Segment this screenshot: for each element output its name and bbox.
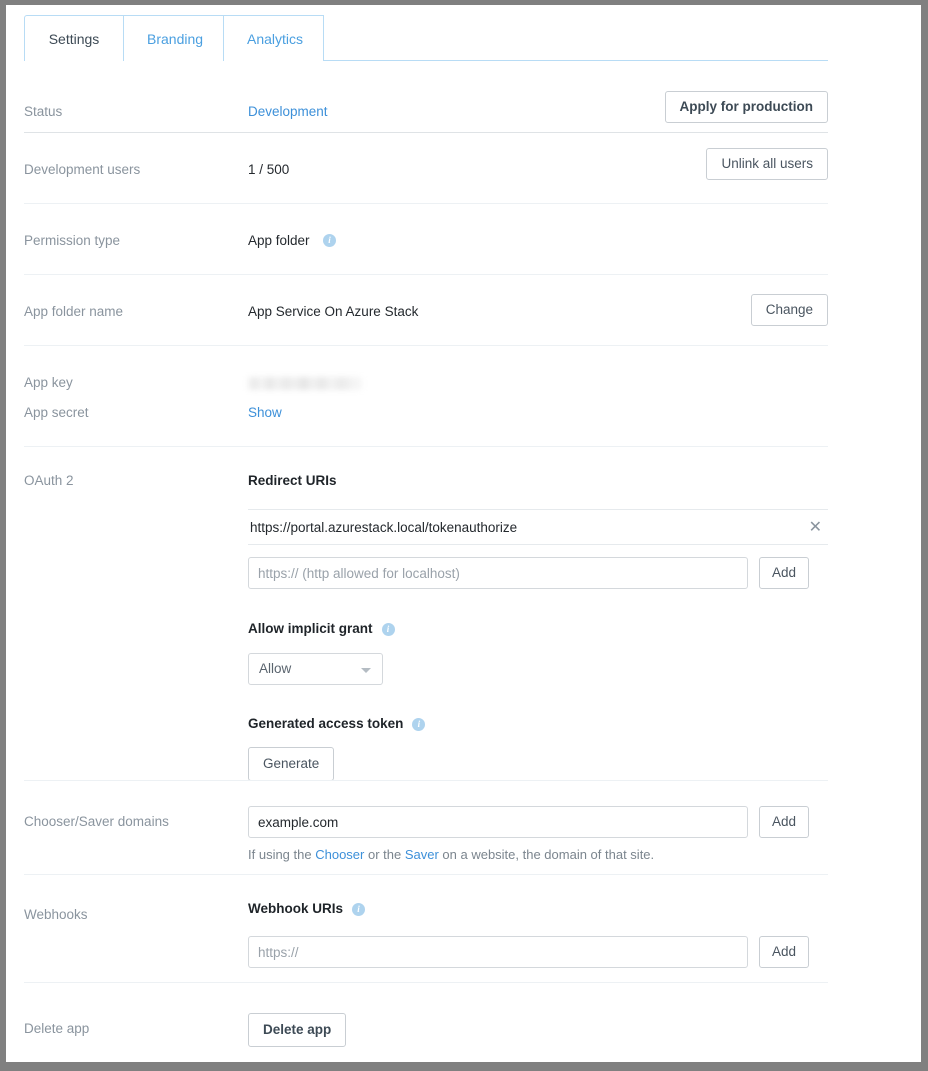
chooser-saver-add-group: Add bbox=[248, 806, 828, 838]
row-status-label: Status bbox=[24, 103, 248, 121]
row-oauth2: OAuth 2 Redirect URIs https://portal.azu… bbox=[24, 446, 828, 780]
redirect-uri-input[interactable] bbox=[248, 557, 748, 589]
row-webhooks: Webhooks Webhook URIs i Add bbox=[24, 874, 828, 982]
close-icon[interactable]: ✕ bbox=[805, 519, 826, 535]
apply-for-production-button[interactable]: Apply for production bbox=[665, 91, 828, 123]
webhook-uri-input[interactable] bbox=[248, 936, 748, 968]
saver-link[interactable]: Saver bbox=[405, 847, 439, 862]
tab-branding-label: Branding bbox=[147, 31, 203, 47]
tab-settings-label: Settings bbox=[49, 31, 100, 47]
tab-analytics[interactable]: Analytics bbox=[223, 15, 324, 61]
unlink-all-users-button[interactable]: Unlink all users bbox=[706, 148, 828, 180]
row-development-users-label: Development users bbox=[24, 161, 248, 179]
row-chooser-saver-label: Chooser/Saver domains bbox=[24, 806, 248, 831]
row-delete-app: Delete app Delete app bbox=[24, 982, 828, 1042]
redirect-uris-heading-text: Redirect URIs bbox=[248, 472, 337, 490]
development-users-count: 1 / 500 bbox=[248, 162, 289, 177]
row-development-users: Development users 1 / 500 Unlink all use… bbox=[24, 132, 828, 203]
settings-rows: Status Development Apply for production … bbox=[24, 61, 828, 1042]
allow-implicit-grant-select[interactable]: Allow bbox=[248, 653, 383, 685]
oauth2-content: Redirect URIs https://portal.azurestack.… bbox=[248, 472, 828, 781]
generated-access-token-heading: Generated access token i bbox=[248, 715, 828, 733]
webhook-uris-heading: Webhook URIs i bbox=[248, 900, 828, 918]
allow-implicit-grant-heading: Allow implicit grant i bbox=[248, 620, 828, 638]
tab-bar: Settings Branding Analytics bbox=[24, 15, 828, 61]
add-webhook-uri-button[interactable]: Add bbox=[759, 936, 809, 968]
row-app-key-secret: App key App secret Show bbox=[24, 345, 828, 446]
row-oauth2-label: OAuth 2 bbox=[24, 472, 248, 490]
tab-branding[interactable]: Branding bbox=[123, 15, 224, 61]
webhook-uris-info-icon[interactable]: i bbox=[352, 903, 365, 916]
redirect-uris-heading: Redirect URIs bbox=[248, 472, 828, 490]
permission-type-info-icon[interactable]: i bbox=[323, 234, 336, 247]
tab-analytics-label: Analytics bbox=[247, 31, 303, 47]
helper-prefix: If using the bbox=[248, 847, 315, 862]
add-redirect-uri-button[interactable]: Add bbox=[759, 557, 809, 589]
change-app-folder-button[interactable]: Change bbox=[751, 294, 828, 326]
window-frame-right bbox=[921, 0, 928, 1071]
row-permission-type-label: Permission type bbox=[24, 232, 248, 250]
allow-implicit-grant-value: Allow bbox=[259, 661, 291, 676]
row-delete-app-label: Delete app bbox=[24, 1013, 248, 1038]
app-secret-show-link[interactable]: Show bbox=[248, 405, 282, 420]
row-status: Status Development Apply for production bbox=[24, 61, 828, 132]
add-chooser-saver-domain-button[interactable]: Add bbox=[759, 806, 809, 838]
row-app-key-secret-labels: App key App secret bbox=[24, 374, 248, 422]
status-value-link[interactable]: Development bbox=[248, 104, 328, 119]
row-permission-type: Permission type App folder i bbox=[24, 203, 828, 274]
allow-implicit-grant-info-icon[interactable]: i bbox=[382, 623, 395, 636]
permission-type-value: App folder bbox=[248, 233, 310, 248]
chooser-saver-helper-text: If using the Chooser or the Saver on a w… bbox=[248, 846, 828, 864]
app-key-redacted bbox=[248, 377, 362, 390]
window-frame-bottom bbox=[0, 1062, 928, 1071]
helper-suffix: on a website, the domain of that site. bbox=[439, 847, 654, 862]
generated-access-token-heading-text: Generated access token bbox=[248, 715, 403, 733]
tab-settings[interactable]: Settings bbox=[24, 15, 124, 61]
app-key-value bbox=[248, 374, 828, 392]
app-secret-label: App secret bbox=[24, 404, 248, 422]
redirect-uri-add-group: Add bbox=[248, 557, 828, 589]
webhook-add-group: Add bbox=[248, 936, 828, 968]
redirect-uri-value: https://portal.azurestack.local/tokenaut… bbox=[250, 520, 517, 535]
generated-access-token-info-icon[interactable]: i bbox=[412, 718, 425, 731]
chevron-down-icon bbox=[361, 668, 371, 673]
chooser-saver-domain-input[interactable] bbox=[248, 806, 748, 838]
row-app-folder-name-label: App folder name bbox=[24, 303, 248, 321]
delete-app-button[interactable]: Delete app bbox=[248, 1013, 346, 1047]
app-key-label: App key bbox=[24, 374, 248, 392]
row-chooser-saver-domains: Chooser/Saver domains Add If using the C… bbox=[24, 780, 828, 874]
settings-page: Settings Branding Analytics Status Devel… bbox=[6, 5, 921, 1062]
generate-token-button[interactable]: Generate bbox=[248, 747, 334, 781]
app-window: Settings Branding Analytics Status Devel… bbox=[0, 0, 928, 1071]
redirect-uri-list: https://portal.azurestack.local/tokenaut… bbox=[248, 509, 828, 545]
allow-implicit-grant-heading-text: Allow implicit grant bbox=[248, 620, 373, 638]
webhook-uris-heading-text: Webhook URIs bbox=[248, 900, 343, 918]
chooser-link[interactable]: Chooser bbox=[315, 847, 364, 862]
redirect-uri-item: https://portal.azurestack.local/tokenaut… bbox=[248, 509, 828, 545]
row-webhooks-label: Webhooks bbox=[24, 900, 248, 924]
app-folder-name-value: App Service On Azure Stack bbox=[248, 304, 418, 319]
helper-middle: or the bbox=[364, 847, 404, 862]
row-app-folder-name: App folder name App Service On Azure Sta… bbox=[24, 274, 828, 345]
